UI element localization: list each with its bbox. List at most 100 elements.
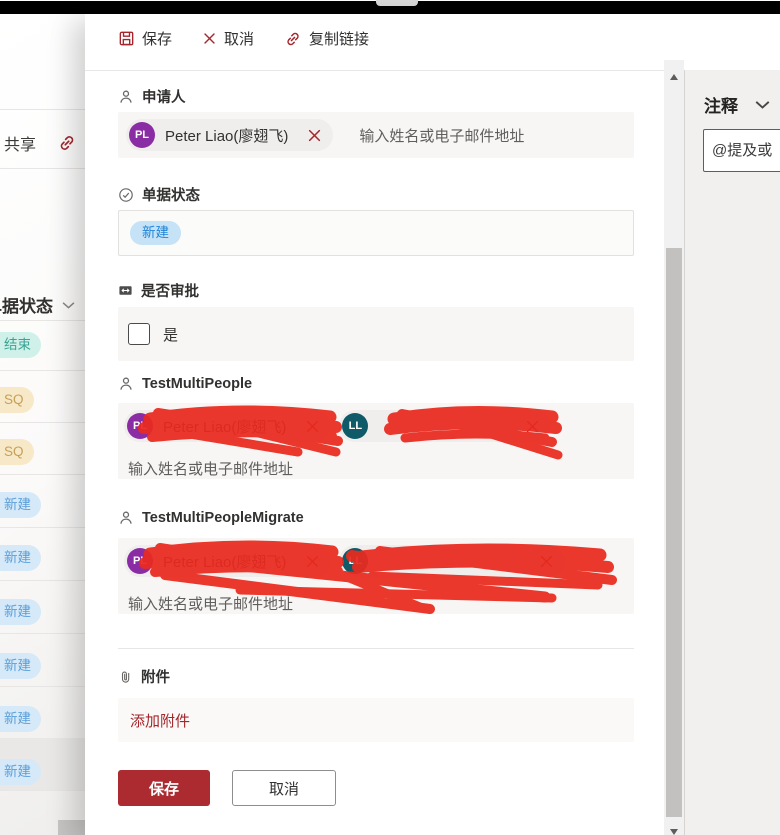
link-icon (284, 30, 302, 48)
field-label-applicant: 申请人 (118, 86, 186, 107)
copy-link-command[interactable]: 复制链接 (284, 28, 369, 49)
person-name: Peter Liao(廖翅飞) (163, 418, 287, 436)
avatar: PL (129, 122, 155, 148)
field-label-text: TestMultiPeople (142, 376, 253, 392)
divider (0, 422, 85, 423)
horizontal-scrollbar[interactable] (58, 820, 85, 835)
copy-link-command-label: 复制链接 (309, 31, 370, 48)
status-badge: SQ (0, 387, 34, 413)
save-icon (118, 30, 135, 47)
background-list-view: 共享 单据状态 结束 SQ SQ 新建 新建 新建 新建 新建 新建 (0, 14, 85, 835)
status-badge: SQ (0, 439, 34, 465)
divider (0, 580, 85, 581)
divider (0, 527, 85, 528)
save-button[interactable]: 保存 (118, 770, 210, 806)
field-label-text: 申请人 (142, 90, 186, 106)
circle-check-icon (118, 187, 134, 203)
status-badge: 新建 (0, 492, 41, 518)
person-icon (118, 510, 134, 526)
field-label-multipeople-migrate: TestMultiPeopleMigrate (118, 510, 304, 526)
chip-row: PL Peter Liao(廖翅飞) LL (118, 538, 634, 577)
attachments-field: 添加附件 (118, 698, 634, 742)
person-chip: LL (339, 410, 552, 442)
close-icon (202, 31, 217, 46)
chevron-down-icon[interactable] (755, 100, 770, 110)
copy-link-icon[interactable] (57, 133, 77, 153)
person-chip: PL Peter Liao(廖翅飞) (124, 545, 332, 577)
vertical-scrollbar[interactable] (664, 60, 684, 835)
approval-option-label[interactable]: 是 (163, 324, 178, 345)
panel-command-bar: 保存 取消 复制链接 (118, 28, 369, 49)
field-label-text: TestMultiPeopleMigrate (142, 510, 304, 526)
remove-person-icon[interactable] (306, 555, 319, 568)
comment-input[interactable] (703, 129, 780, 172)
comments-title: 注释 (704, 97, 738, 116)
avatar: PL (127, 548, 153, 574)
person-name: Peter Liao(廖翅飞) (165, 127, 289, 145)
person-chip: PL Peter Liao(廖翅飞) (124, 410, 332, 442)
remove-person-icon[interactable] (308, 129, 321, 142)
multipeople-picker[interactable]: PL Peter Liao(廖翅飞) LL 输入姓名或电子邮件地址 (118, 403, 634, 479)
multipeople-migrate-picker[interactable]: PL Peter Liao(廖翅飞) LL 输入姓名或电子邮件地址 (118, 538, 634, 614)
approval-field: 是 (118, 307, 634, 361)
field-label-text: 附件 (141, 670, 170, 686)
status-field[interactable]: 新建 (118, 210, 634, 256)
add-attachment-link[interactable]: 添加附件 (130, 710, 190, 731)
divider (0, 168, 85, 169)
comments-panel: 注释 (684, 70, 780, 835)
save-command[interactable]: 保存 (118, 28, 172, 49)
person-name-redacted: Peter Liao(廖翅飞) (163, 553, 287, 571)
field-label-approval: 是否审批 (118, 280, 199, 301)
people-picker-placeholder[interactable]: 输入姓名或电子邮件地址 (118, 577, 634, 614)
people-picker-placeholder[interactable]: 输入姓名或电子邮件地址 (359, 125, 524, 146)
divider (0, 370, 85, 371)
cancel-command[interactable]: 取消 (202, 28, 254, 49)
divider (0, 790, 85, 791)
screen: 共享 单据状态 结束 SQ SQ 新建 新建 新建 新建 新建 新建 (0, 0, 780, 835)
cancel-button[interactable]: 取消 (232, 770, 336, 806)
remove-person-icon[interactable] (526, 420, 539, 433)
person-icon (118, 376, 134, 392)
field-label-multipeople: TestMultiPeople (118, 376, 252, 392)
edit-item-panel: 保存 取消 复制链接 申请人 PL Peter Liao(廖翅飞) 输入姓名或电… (85, 14, 780, 835)
scrollbar-thumb[interactable] (666, 248, 682, 817)
status-badge: 新建 (0, 545, 41, 571)
yes-no-icon (118, 283, 133, 298)
paperclip-icon (118, 669, 133, 685)
person-icon (118, 89, 134, 105)
approval-checkbox[interactable] (128, 323, 150, 345)
share-command[interactable]: 共享 (4, 131, 36, 155)
divider (0, 109, 85, 110)
divider (85, 70, 664, 71)
top-bar-notch (376, 0, 418, 6)
field-label-text: 单据状态 (142, 188, 200, 204)
chevron-down-icon[interactable] (62, 301, 75, 310)
field-label-text: 是否审批 (141, 284, 199, 300)
avatar: PL (127, 413, 153, 439)
applicant-people-picker[interactable]: PL Peter Liao(廖翅飞) 输入姓名或电子邮件地址 (118, 112, 634, 158)
divider (0, 474, 85, 475)
people-picker-placeholder[interactable]: 输入姓名或电子邮件地址 (118, 442, 634, 479)
cancel-command-label: 取消 (224, 31, 255, 48)
status-badge: 新建 (0, 599, 41, 625)
status-value-badge: 新建 (130, 221, 181, 245)
scroll-up-arrow[interactable] (670, 74, 678, 80)
column-header-status[interactable]: 单据状态 (0, 292, 53, 317)
divider (0, 633, 85, 634)
divider (0, 686, 85, 687)
status-badge: 新建 (0, 759, 41, 785)
status-badge: 新建 (0, 653, 41, 679)
save-command-label: 保存 (142, 31, 173, 48)
chip-row: PL Peter Liao(廖翅飞) LL (118, 403, 634, 442)
remove-person-icon[interactable] (306, 420, 319, 433)
remove-person-icon[interactable] (540, 555, 553, 568)
divider (118, 648, 634, 649)
status-badge: 结束 (0, 332, 41, 358)
field-label-status: 单据状态 (118, 184, 200, 205)
status-badge: 新建 (0, 706, 41, 732)
avatar: LL (342, 413, 369, 439)
divider (0, 320, 85, 321)
person-chip: LL (339, 545, 566, 577)
scroll-down-arrow[interactable] (670, 829, 678, 835)
field-label-attachments: 附件 (118, 666, 170, 687)
